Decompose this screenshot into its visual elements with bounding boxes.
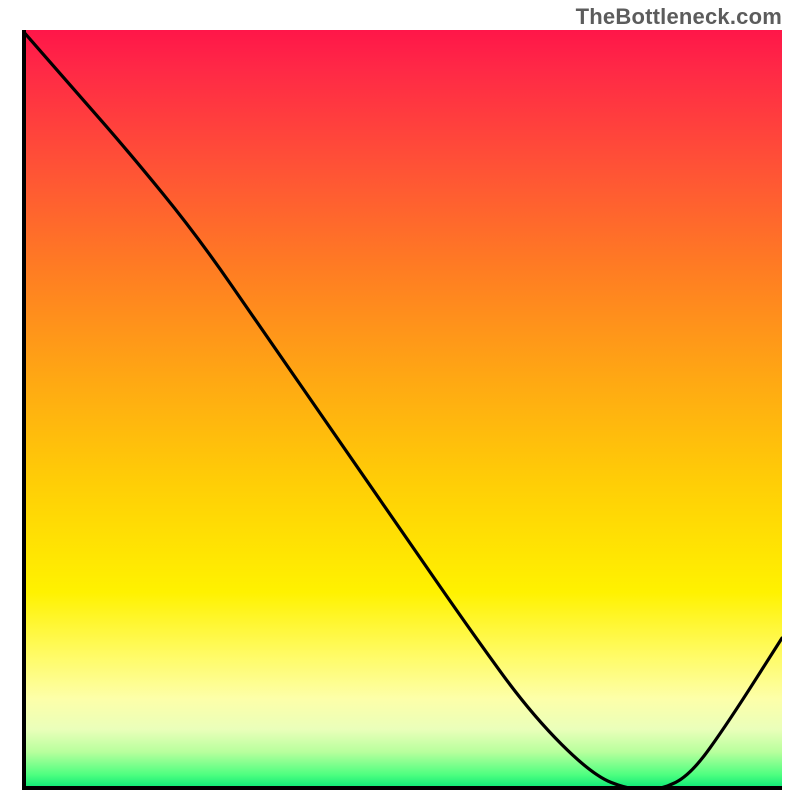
curve-layer <box>22 30 782 790</box>
chart-container: TheBottleneck.com <box>0 0 800 800</box>
plot-area <box>22 30 782 790</box>
plot-inner <box>22 30 782 790</box>
watermark-text: TheBottleneck.com <box>576 4 782 30</box>
bottleneck-curve <box>22 30 782 790</box>
